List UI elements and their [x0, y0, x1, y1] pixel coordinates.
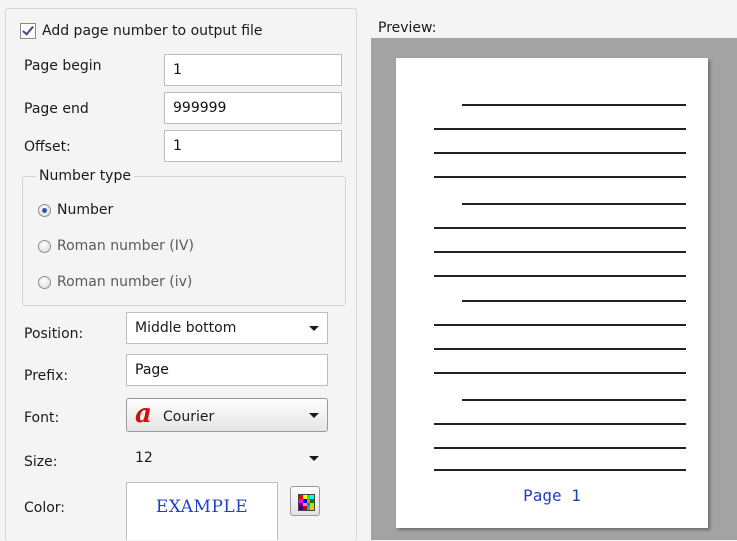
preview-page-number: Page 1 [523, 486, 581, 505]
size-label: Size: [24, 454, 58, 470]
text-line [434, 372, 686, 374]
text-line [462, 203, 686, 205]
radio-roman-lower[interactable]: Roman number (iv) [38, 274, 192, 290]
text-line [434, 423, 686, 425]
font-value: Courier [163, 409, 215, 425]
font-dropdown[interactable]: a Courier [126, 398, 328, 432]
color-sample: EXAMPLE [126, 482, 278, 540]
text-line [434, 227, 686, 229]
add-page-number-checkbox[interactable] [20, 23, 36, 39]
text-line [434, 128, 686, 130]
radio-number-button[interactable] [38, 203, 51, 217]
color-palette-icon [298, 494, 315, 511]
preview-label: Preview: [378, 20, 437, 36]
position-dropdown[interactable]: Middle bottom [126, 312, 328, 344]
radio-number[interactable]: Number [38, 202, 113, 218]
color-label: Color: [24, 500, 66, 516]
radio-roman-lower-label: Roman number (iv) [57, 274, 193, 290]
add-page-number-checkbox-row[interactable]: Add page number to output file [20, 20, 267, 42]
color-sample-text: EXAMPLE [155, 497, 249, 517]
position-value: Middle bottom [135, 320, 237, 336]
text-line [434, 152, 686, 154]
page-begin-label: Page begin [24, 58, 102, 74]
offset-input[interactable]: 1 [164, 130, 342, 162]
text-line [434, 348, 686, 350]
chevron-down-icon [309, 456, 319, 461]
text-line [434, 176, 686, 178]
page-begin-input[interactable]: 1 [164, 54, 342, 86]
position-label: Position: [24, 326, 84, 342]
page-end-label: Page end [24, 101, 89, 117]
radio-number-label: Number [57, 202, 114, 218]
text-line [434, 447, 686, 449]
radio-roman-upper-button[interactable] [38, 239, 51, 253]
font-glyph-a-icon: a [135, 399, 152, 429]
page-end-input[interactable]: 999999 [164, 92, 342, 124]
chevron-down-icon [309, 413, 319, 418]
size-dropdown[interactable]: 12 [126, 442, 328, 474]
radio-roman-upper-label: Roman number (IV) [57, 238, 194, 254]
text-line [462, 300, 686, 302]
text-line [434, 275, 686, 277]
text-line [434, 469, 686, 471]
radio-roman-lower-button[interactable] [38, 275, 51, 289]
text-line [462, 399, 686, 401]
size-value: 12 [135, 450, 153, 466]
radio-roman-upper[interactable]: Roman number (IV) [38, 238, 194, 254]
prefix-label: Prefix: [24, 368, 69, 384]
text-line [434, 251, 686, 253]
color-picker-button[interactable] [290, 486, 320, 516]
text-line [434, 324, 686, 326]
text-line [462, 104, 686, 106]
prefix-input[interactable]: Page [126, 354, 328, 386]
offset-label: Offset: [24, 139, 71, 155]
add-page-number-label: Add page number to output file [42, 23, 263, 39]
number-type-title: Number type [36, 168, 134, 184]
chevron-down-icon [309, 326, 319, 331]
font-label: Font: [24, 410, 60, 426]
preview-page: Page 1 [396, 58, 708, 528]
